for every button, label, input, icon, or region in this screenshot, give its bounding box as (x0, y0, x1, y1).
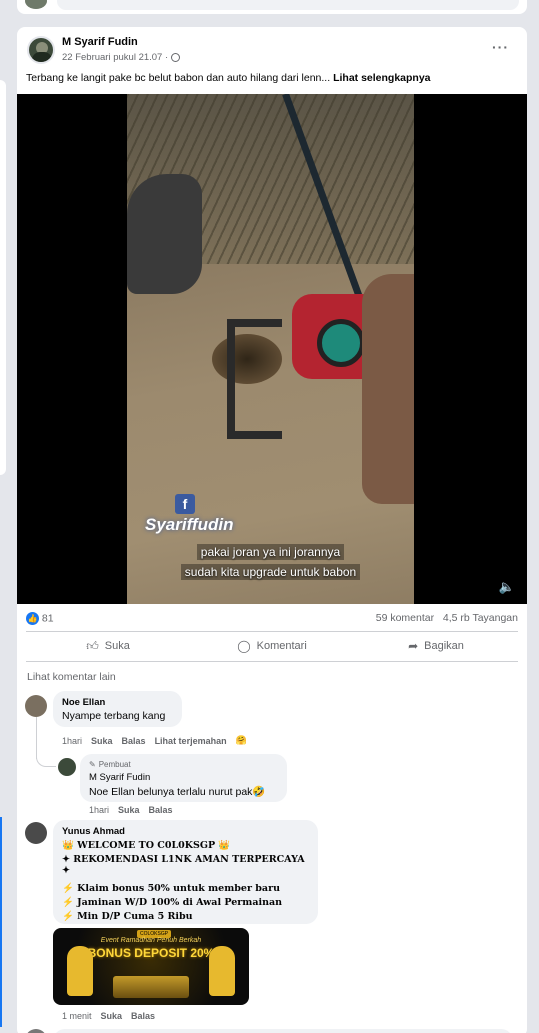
video-watermark: f Syariffudin (145, 494, 233, 535)
replier-name[interactable]: M Syarif Fudin (89, 772, 278, 783)
comment-time[interactable]: 1hari (62, 736, 82, 746)
divider (26, 661, 518, 662)
engagement-counts: 59 komentar 4,5 rb Tayangan (376, 612, 518, 624)
like-label: Suka (104, 640, 130, 652)
like-reaction-icon[interactable]: 👍 (26, 612, 39, 625)
comment-like-button[interactable]: Suka (101, 1011, 123, 1021)
comment-reply-button[interactable]: Balas (122, 736, 146, 746)
comment-meta: 1 menit Suka Balas (62, 1011, 155, 1021)
comment-bubble: Noe Ellan Nyampe terbang kang (53, 691, 182, 727)
reply-time[interactable]: 1hari (89, 805, 109, 815)
speech-bubble-icon: ◯ (237, 639, 251, 653)
reply-meta: 1hari Suka Balas (89, 805, 173, 815)
comment-line: 👑 WELCOME TO C0L0KSGP 👑 (62, 840, 231, 851)
thumbs-up-icon: 👍︎ (86, 638, 99, 653)
highlight-bar (0, 817, 2, 1027)
post-timestamp[interactable]: 22 Februari pukul 21.07 · (62, 52, 168, 63)
see-more-comments-link[interactable]: Lihat komentar lain (27, 671, 116, 683)
previous-post-card (17, 0, 527, 14)
post-caption: Terbang ke langit pake bc belut babon da… (26, 72, 431, 84)
subtitle-line-2: sudah kita upgrade untuk babon (180, 564, 361, 580)
comment-translate-button[interactable]: Lihat terjemahan (155, 736, 227, 746)
watermark-text: Syariffudin (145, 515, 234, 534)
facebook-icon: f (175, 494, 195, 514)
comment-bubble: Yunus Ahmad 👑 WELCOME TO C0L0KSGP 👑 ✦ RE… (53, 820, 318, 924)
banner-figure-right (209, 946, 235, 996)
reply-reply-button[interactable]: Balas (149, 805, 173, 815)
view-count[interactable]: 4,5 rb Tayangan (443, 612, 518, 624)
comment-like-button[interactable]: Suka (91, 736, 113, 746)
video-player[interactable]: f Syariffudin pakai joran ya ini joranny… (17, 94, 527, 604)
replier-avatar[interactable] (58, 758, 76, 776)
comment-reply-button[interactable]: Balas (131, 1011, 155, 1021)
video-frame: f Syariffudin pakai joran ya ini joranny… (127, 94, 414, 604)
mute-icon[interactable]: 🔈 (499, 579, 515, 595)
comment-label: Komentari (256, 640, 307, 652)
author-badge: ✎ Pembuat (89, 760, 278, 769)
reel-spool (317, 319, 365, 367)
more-options-button[interactable]: ··· (492, 39, 509, 55)
comment-bubble (53, 1029, 513, 1033)
commenter-avatar[interactable] (25, 695, 47, 717)
author-avatar[interactable] (27, 36, 55, 64)
comment-input[interactable] (57, 0, 519, 10)
see-more-link[interactable]: Lihat selengkapnya (333, 72, 430, 84)
post-stats: 👍 81 59 komentar 4,5 rb Tayangan (26, 612, 518, 626)
banner-stage (113, 976, 189, 998)
commenter-avatar[interactable] (25, 822, 47, 844)
avatar[interactable] (25, 0, 47, 9)
reply-bubble: ✎ Pembuat M Syarif Fudin Noe Ellan belun… (80, 754, 287, 802)
banner-figure-left (67, 946, 93, 996)
pencil-icon: ✎ (89, 760, 96, 769)
like-button[interactable]: 👍︎ Suka (26, 635, 190, 657)
reel-handle (227, 319, 282, 439)
post-card: M Syarif Fudin 22 Februari pukul 21.07 ·… (0, 27, 527, 1033)
post-actions: 👍︎ Suka ◯ Komentari ➦ Bagikan (26, 635, 518, 657)
share-label: Bagikan (424, 640, 464, 652)
reply-connector (36, 747, 56, 767)
globe-icon (171, 53, 181, 62)
comment-text: Nyampe terbang kang (62, 710, 166, 722)
left-panel-edge (0, 80, 6, 475)
caption-text: Terbang ke langit pake bc belut babon da… (26, 72, 331, 84)
hand (362, 274, 414, 504)
comment-image-banner[interactable]: COLOKSGP Event Ramadhan Penuh Berkah BON… (53, 928, 249, 1005)
share-arrow-icon: ➦ (408, 639, 419, 653)
reply-text: Noe Ellan belunya terlalu nurut pak🤣 (89, 786, 266, 798)
comment-count[interactable]: 59 komentar (376, 612, 434, 624)
comment-time[interactable]: 1 menit (62, 1011, 92, 1021)
commenter-name[interactable]: Yunus Ahmad (62, 826, 309, 837)
comment-meta: 1hari Suka Balas Lihat terjemahan 🤗 (62, 735, 247, 746)
comment-line: ⚡ Jaminan W/D 100% di Awal Permainan (62, 897, 283, 908)
comment-line: ✦ REKOMENDASI L1NK AMAN TERPERCAYA ✦ (62, 854, 305, 876)
banner-subtitle: Event Ramadhan Penuh Berkah (100, 937, 202, 944)
comment-line: ⚡ Klaim bonus 50% untuk member baru (62, 883, 280, 894)
commenter-avatar[interactable] (25, 1029, 47, 1033)
comment-line: ⚡ Min D/P Cuma 5 Ribu (62, 911, 193, 922)
gloved-hand (127, 174, 202, 294)
post-author[interactable]: M Syarif Fudin (62, 36, 138, 48)
author-badge-label: Pembuat (98, 760, 131, 769)
subtitle-line-1: pakai joran ya ini jorannya (196, 544, 345, 560)
video-subtitle: pakai joran ya ini jorannya sudah kita u… (127, 542, 414, 582)
divider (26, 631, 518, 632)
post-meta: 22 Februari pukul 21.07 · (62, 52, 181, 63)
share-button[interactable]: ➦ Bagikan (354, 635, 518, 657)
reply-like-button[interactable]: Suka (118, 805, 140, 815)
like-count[interactable]: 81 (42, 612, 54, 624)
comment-reaction[interactable]: 🤗 (236, 735, 247, 746)
commenter-name[interactable]: Noe Ellan (62, 697, 173, 708)
comment-button[interactable]: ◯ Komentari (190, 635, 354, 657)
